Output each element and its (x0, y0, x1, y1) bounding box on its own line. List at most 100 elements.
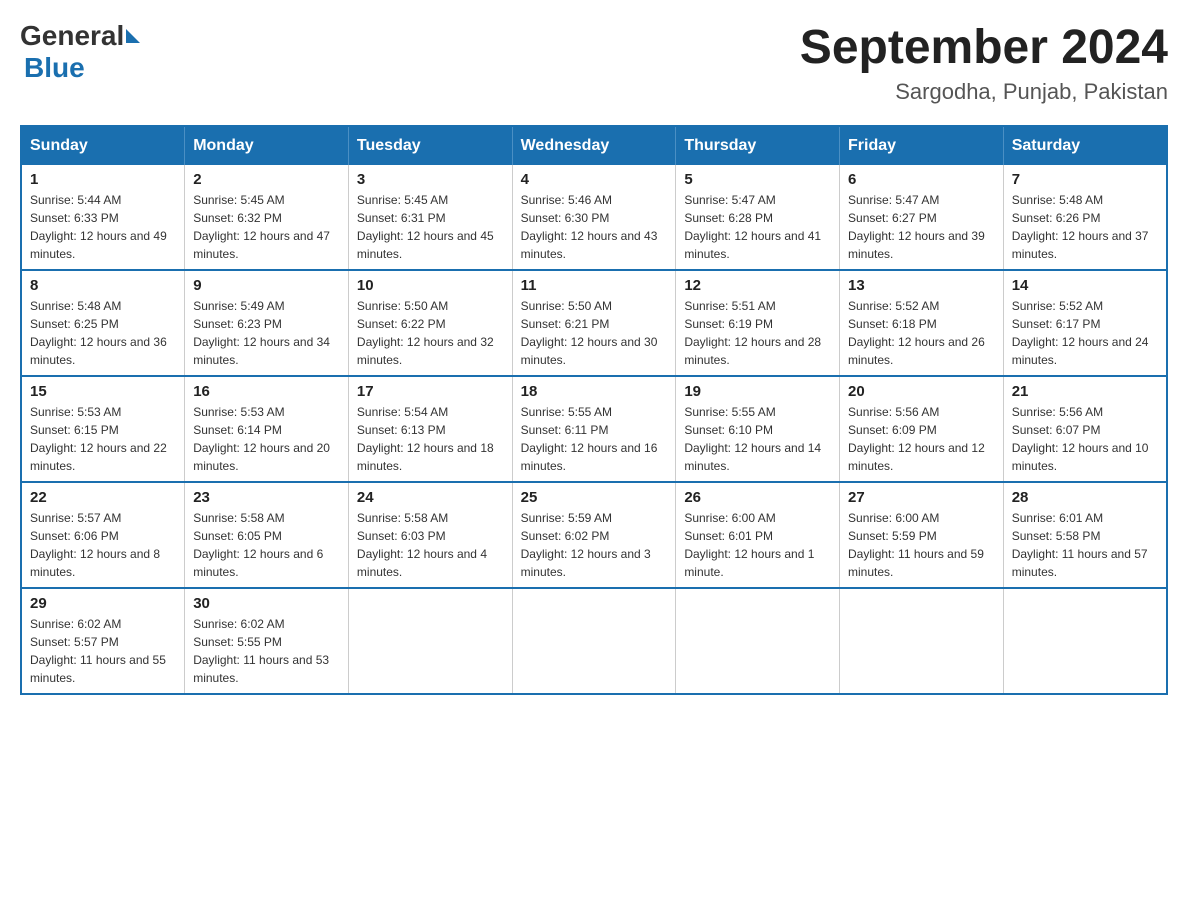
header-thursday: Thursday (676, 126, 840, 165)
calendar-cell: 12 Sunrise: 5:51 AMSunset: 6:19 PMDaylig… (676, 270, 840, 376)
calendar-cell: 22 Sunrise: 5:57 AMSunset: 6:06 PMDaylig… (21, 482, 185, 588)
calendar-cell (676, 588, 840, 694)
day-info: Sunrise: 5:50 AMSunset: 6:21 PMDaylight:… (521, 297, 668, 369)
day-number: 13 (848, 277, 995, 294)
day-number: 20 (848, 383, 995, 400)
calendar-cell: 29 Sunrise: 6:02 AMSunset: 5:57 PMDaylig… (21, 588, 185, 694)
calendar-cell: 16 Sunrise: 5:53 AMSunset: 6:14 PMDaylig… (185, 376, 349, 482)
calendar-cell: 11 Sunrise: 5:50 AMSunset: 6:21 PMDaylig… (512, 270, 676, 376)
day-number: 8 (30, 277, 176, 294)
day-info: Sunrise: 5:44 AMSunset: 6:33 PMDaylight:… (30, 191, 176, 263)
day-number: 27 (848, 489, 995, 506)
calendar-cell: 24 Sunrise: 5:58 AMSunset: 6:03 PMDaylig… (348, 482, 512, 588)
header-friday: Friday (840, 126, 1004, 165)
day-info: Sunrise: 5:52 AMSunset: 6:17 PMDaylight:… (1012, 297, 1158, 369)
day-info: Sunrise: 5:47 AMSunset: 6:28 PMDaylight:… (684, 191, 831, 263)
day-info: Sunrise: 5:52 AMSunset: 6:18 PMDaylight:… (848, 297, 995, 369)
day-info: Sunrise: 5:46 AMSunset: 6:30 PMDaylight:… (521, 191, 668, 263)
header-monday: Monday (185, 126, 349, 165)
header-saturday: Saturday (1003, 126, 1167, 165)
day-info: Sunrise: 5:55 AMSunset: 6:11 PMDaylight:… (521, 403, 668, 475)
day-info: Sunrise: 5:50 AMSunset: 6:22 PMDaylight:… (357, 297, 504, 369)
month-year-title: September 2024 (800, 20, 1168, 75)
day-info: Sunrise: 5:54 AMSunset: 6:13 PMDaylight:… (357, 403, 504, 475)
day-info: Sunrise: 6:00 AMSunset: 6:01 PMDaylight:… (684, 509, 831, 581)
day-number: 24 (357, 489, 504, 506)
day-info: Sunrise: 5:57 AMSunset: 6:06 PMDaylight:… (30, 509, 176, 581)
calendar-cell: 10 Sunrise: 5:50 AMSunset: 6:22 PMDaylig… (348, 270, 512, 376)
day-number: 3 (357, 171, 504, 188)
day-info: Sunrise: 5:48 AMSunset: 6:25 PMDaylight:… (30, 297, 176, 369)
day-number: 10 (357, 277, 504, 294)
week-row-5: 29 Sunrise: 6:02 AMSunset: 5:57 PMDaylig… (21, 588, 1167, 694)
calendar-cell: 9 Sunrise: 5:49 AMSunset: 6:23 PMDayligh… (185, 270, 349, 376)
day-number: 18 (521, 383, 668, 400)
day-number: 16 (193, 383, 340, 400)
logo-general-text: General (20, 20, 124, 52)
day-number: 17 (357, 383, 504, 400)
day-info: Sunrise: 6:00 AMSunset: 5:59 PMDaylight:… (848, 509, 995, 581)
calendar-cell: 21 Sunrise: 5:56 AMSunset: 6:07 PMDaylig… (1003, 376, 1167, 482)
calendar-cell (1003, 588, 1167, 694)
title-section: September 2024 Sargodha, Punjab, Pakista… (800, 20, 1168, 105)
page-header: General Blue September 2024 Sargodha, Pu… (20, 20, 1168, 105)
week-row-4: 22 Sunrise: 5:57 AMSunset: 6:06 PMDaylig… (21, 482, 1167, 588)
day-number: 7 (1012, 171, 1158, 188)
calendar-cell (512, 588, 676, 694)
calendar-cell (348, 588, 512, 694)
calendar-cell: 26 Sunrise: 6:00 AMSunset: 6:01 PMDaylig… (676, 482, 840, 588)
day-info: Sunrise: 5:45 AMSunset: 6:31 PMDaylight:… (357, 191, 504, 263)
day-number: 6 (848, 171, 995, 188)
day-info: Sunrise: 5:55 AMSunset: 6:10 PMDaylight:… (684, 403, 831, 475)
calendar-cell: 27 Sunrise: 6:00 AMSunset: 5:59 PMDaylig… (840, 482, 1004, 588)
day-info: Sunrise: 5:56 AMSunset: 6:07 PMDaylight:… (1012, 403, 1158, 475)
day-number: 28 (1012, 489, 1158, 506)
day-number: 22 (30, 489, 176, 506)
day-info: Sunrise: 6:02 AMSunset: 5:57 PMDaylight:… (30, 615, 176, 687)
day-info: Sunrise: 6:02 AMSunset: 5:55 PMDaylight:… (193, 615, 340, 687)
calendar-cell: 30 Sunrise: 6:02 AMSunset: 5:55 PMDaylig… (185, 588, 349, 694)
week-row-1: 1 Sunrise: 5:44 AMSunset: 6:33 PMDayligh… (21, 165, 1167, 270)
calendar-header-row: SundayMondayTuesdayWednesdayThursdayFrid… (21, 126, 1167, 165)
day-number: 25 (521, 489, 668, 506)
day-info: Sunrise: 5:58 AMSunset: 6:03 PMDaylight:… (357, 509, 504, 581)
day-number: 14 (1012, 277, 1158, 294)
calendar-cell: 1 Sunrise: 5:44 AMSunset: 6:33 PMDayligh… (21, 165, 185, 270)
calendar-cell: 14 Sunrise: 5:52 AMSunset: 6:17 PMDaylig… (1003, 270, 1167, 376)
day-number: 23 (193, 489, 340, 506)
day-info: Sunrise: 5:59 AMSunset: 6:02 PMDaylight:… (521, 509, 668, 581)
day-number: 1 (30, 171, 176, 188)
calendar-cell: 28 Sunrise: 6:01 AMSunset: 5:58 PMDaylig… (1003, 482, 1167, 588)
day-number: 21 (1012, 383, 1158, 400)
calendar-cell: 18 Sunrise: 5:55 AMSunset: 6:11 PMDaylig… (512, 376, 676, 482)
calendar-cell: 15 Sunrise: 5:53 AMSunset: 6:15 PMDaylig… (21, 376, 185, 482)
calendar-cell (840, 588, 1004, 694)
calendar-cell: 4 Sunrise: 5:46 AMSunset: 6:30 PMDayligh… (512, 165, 676, 270)
day-number: 15 (30, 383, 176, 400)
calendar-cell: 25 Sunrise: 5:59 AMSunset: 6:02 PMDaylig… (512, 482, 676, 588)
day-info: Sunrise: 5:45 AMSunset: 6:32 PMDaylight:… (193, 191, 340, 263)
day-info: Sunrise: 5:58 AMSunset: 6:05 PMDaylight:… (193, 509, 340, 581)
calendar-cell: 2 Sunrise: 5:45 AMSunset: 6:32 PMDayligh… (185, 165, 349, 270)
day-number: 4 (521, 171, 668, 188)
logo-blue-text: Blue (24, 52, 85, 84)
day-info: Sunrise: 5:56 AMSunset: 6:09 PMDaylight:… (848, 403, 995, 475)
day-number: 30 (193, 595, 340, 612)
day-info: Sunrise: 5:47 AMSunset: 6:27 PMDaylight:… (848, 191, 995, 263)
day-info: Sunrise: 5:53 AMSunset: 6:15 PMDaylight:… (30, 403, 176, 475)
header-sunday: Sunday (21, 126, 185, 165)
logo: General Blue (20, 20, 142, 84)
day-number: 9 (193, 277, 340, 294)
calendar-cell: 7 Sunrise: 5:48 AMSunset: 6:26 PMDayligh… (1003, 165, 1167, 270)
day-info: Sunrise: 5:53 AMSunset: 6:14 PMDaylight:… (193, 403, 340, 475)
calendar-cell: 8 Sunrise: 5:48 AMSunset: 6:25 PMDayligh… (21, 270, 185, 376)
calendar-cell: 3 Sunrise: 5:45 AMSunset: 6:31 PMDayligh… (348, 165, 512, 270)
calendar-cell: 6 Sunrise: 5:47 AMSunset: 6:27 PMDayligh… (840, 165, 1004, 270)
day-info: Sunrise: 5:49 AMSunset: 6:23 PMDaylight:… (193, 297, 340, 369)
week-row-2: 8 Sunrise: 5:48 AMSunset: 6:25 PMDayligh… (21, 270, 1167, 376)
calendar-cell: 13 Sunrise: 5:52 AMSunset: 6:18 PMDaylig… (840, 270, 1004, 376)
calendar-table: SundayMondayTuesdayWednesdayThursdayFrid… (20, 125, 1168, 695)
logo-text: General (20, 20, 142, 52)
calendar-cell: 19 Sunrise: 5:55 AMSunset: 6:10 PMDaylig… (676, 376, 840, 482)
day-number: 11 (521, 277, 668, 294)
